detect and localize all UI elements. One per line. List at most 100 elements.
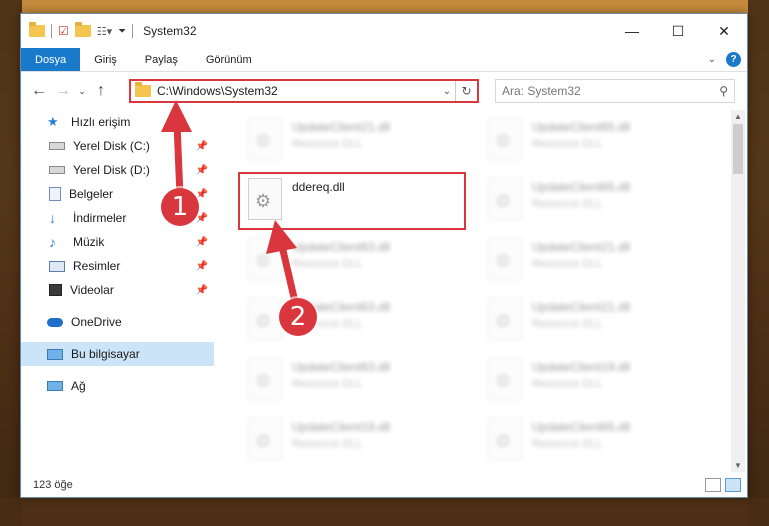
pin-icon[interactable]: 📌 (196, 141, 208, 152)
file-item[interactable]: UpdateClient63.dllResource DLL (236, 294, 466, 348)
scroll-down-icon[interactable]: ▼ (731, 461, 745, 470)
file-item[interactable]: UpdateClient63.dll Resource DLL (236, 354, 466, 408)
file-item[interactable]: UpdateClient63.dllResource DLL (236, 234, 466, 288)
back-button[interactable]: ← (27, 82, 51, 100)
nav-this-pc[interactable]: Bu bilgisayar (21, 342, 214, 366)
dll-file-icon (248, 238, 282, 280)
documents-icon (49, 187, 61, 201)
file-list: UpdateClient21.dllResource DLL ddereq.dl… (216, 110, 728, 470)
file-item[interactable]: UpdateClient19.dll Resource DLL (236, 414, 466, 468)
address-dropdown-icon[interactable]: ⌄ (439, 86, 455, 97)
file-type: Resource DLL (532, 378, 603, 390)
file-type: Resource DLL (292, 138, 363, 150)
file-item[interactable]: UpdateClient65.dll Resource DLL (476, 174, 706, 228)
dll-file-icon (488, 418, 522, 460)
search-icon[interactable]: ⚲ (719, 84, 728, 98)
file-item[interactable]: UpdateClient19.dll Resource DLL (476, 354, 706, 408)
nav-label: Bu bilgisayar (71, 347, 140, 361)
file-type: Resource DLL (532, 138, 603, 150)
background-trunk (748, 0, 769, 526)
explorer-window: ☑ ☷▾ ⏷ System32 — ☐ ✕ Dosya Giriş Paylaş… (20, 13, 748, 498)
file-item[interactable]: UpdateClient21.dll Resource DLL (236, 114, 466, 168)
minimize-button[interactable]: — (609, 14, 655, 48)
address-path[interactable]: C:\Windows\System32 (157, 84, 439, 98)
tab-share[interactable]: Paylaş (131, 48, 192, 71)
step-1-callout: 1 (161, 188, 199, 226)
refresh-button[interactable]: ↻ (455, 81, 477, 101)
pictures-icon (49, 260, 65, 272)
search-box[interactable]: Ara: System32 ⚲ (495, 79, 735, 103)
file-type: Resource DLL (292, 258, 363, 270)
details-view-button[interactable] (705, 478, 721, 492)
videos-icon (49, 284, 62, 296)
dll-file-icon (488, 358, 522, 400)
properties-icon[interactable]: ☑ (58, 24, 69, 38)
file-name: UpdateClient21.dll (532, 300, 631, 314)
large-icons-view-button[interactable] (725, 478, 741, 492)
file-name: UpdateClient65.dll (532, 180, 631, 194)
dll-file-icon (248, 358, 282, 400)
recent-locations-button[interactable]: ⌄ (75, 86, 89, 97)
maximize-button[interactable]: ☐ (655, 14, 701, 48)
file-highlight-box (238, 172, 466, 230)
forward-button[interactable]: → (51, 82, 75, 100)
file-type: Resource DLL (292, 378, 363, 390)
vertical-scrollbar[interactable]: ▲ ▼ (731, 110, 745, 472)
nav-videos[interactable]: Videolar 📌 (21, 278, 214, 302)
window-title: System32 (143, 24, 197, 38)
file-type: Resource DLL (532, 258, 603, 270)
scroll-up-icon[interactable]: ▲ (731, 112, 745, 121)
file-item[interactable]: UpdateClient65.dll Resource DLL (476, 114, 706, 168)
up-button[interactable]: ↑ (89, 82, 113, 100)
nav-quick-access[interactable]: ★ Hızlı erişim (21, 110, 214, 134)
navigation-pane: ★ Hızlı erişim Yerel Disk (C:) 📌 Yerel D… (21, 110, 214, 470)
file-name: UpdateClient19.dll (532, 360, 631, 374)
pin-icon[interactable]: 📌 (196, 189, 208, 200)
tab-file[interactable]: Dosya (21, 48, 81, 71)
close-button[interactable]: ✕ (701, 14, 747, 48)
toolbar-divider (132, 24, 134, 38)
pin-icon[interactable]: 📌 (196, 165, 208, 176)
nav-label: Yerel Disk (D:) (73, 163, 150, 177)
window-controls: — ☐ ✕ (609, 14, 747, 48)
scroll-thumb[interactable] (733, 124, 743, 174)
nav-onedrive[interactable]: OneDrive (21, 310, 214, 334)
music-icon: ♪ (49, 234, 56, 250)
background-trunk (0, 0, 22, 526)
dll-file-icon (248, 298, 282, 340)
background-ground (0, 498, 769, 526)
help-icon[interactable]: ? (726, 52, 741, 67)
file-item[interactable]: UpdateClient21.dll Resource DLL (476, 234, 706, 288)
dll-file-icon (488, 238, 522, 280)
nav-music[interactable]: ♪ Müzik 📌 (21, 230, 214, 254)
pin-icon[interactable]: 📌 (196, 237, 208, 248)
file-item[interactable]: UpdateClient65.dll Resource DLL (476, 414, 706, 468)
address-row: ← → ⌄ ↑ C:\Windows\System32 ⌄ ↻ Ara: Sys… (21, 72, 747, 110)
file-type: Resource DLL (532, 318, 603, 330)
file-item[interactable]: UpdateClient21.dll Resource DLL (476, 294, 706, 348)
pin-icon[interactable]: 📌 (196, 285, 208, 296)
ribbon-tabs: Dosya Giriş Paylaş Görünüm ⌄ ? (21, 48, 747, 72)
file-name: UpdateClient21.dll (532, 240, 631, 254)
new-folder-icon[interactable] (74, 22, 91, 37)
dll-file-icon (488, 298, 522, 340)
nav-label: Hızlı erişim (71, 115, 131, 129)
nav-network[interactable]: Ağ (21, 374, 214, 398)
tab-home[interactable]: Giriş (80, 48, 131, 71)
chevron-down-icon[interactable]: ⌄ (708, 54, 716, 65)
pin-icon[interactable]: 📌 (196, 261, 208, 272)
drive-icon (49, 166, 65, 174)
nav-pictures[interactable]: Resimler 📌 (21, 254, 214, 278)
nav-drive-d[interactable]: Yerel Disk (D:) 📌 (21, 158, 214, 182)
toolbar-dropdown-icon[interactable]: ⏷ (118, 26, 126, 37)
nav-drive-c[interactable]: Yerel Disk (C:) 📌 (21, 134, 214, 158)
nav-label: Resimler (73, 259, 121, 273)
file-name: UpdateClient63.dll (292, 360, 391, 374)
tab-view[interactable]: Görünüm (192, 48, 266, 71)
title-bar: ☑ ☷▾ ⏷ System32 — ☐ ✕ (21, 14, 747, 48)
address-bar[interactable]: C:\Windows\System32 ⌄ ↻ (129, 79, 479, 103)
search-input[interactable]: Ara: System32 (502, 84, 581, 98)
dll-file-icon (248, 418, 282, 460)
customize-toolbar-icon[interactable]: ☷▾ (97, 25, 112, 38)
ribbon-right: ⌄ ? (708, 52, 741, 67)
